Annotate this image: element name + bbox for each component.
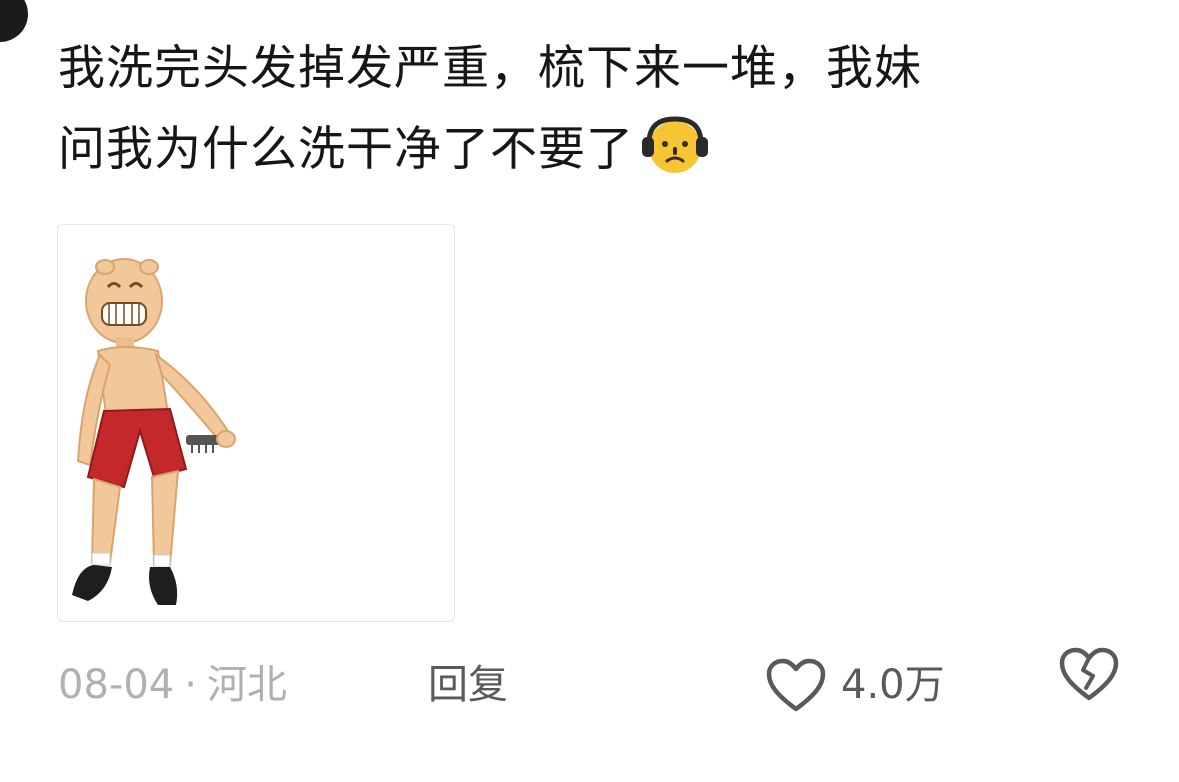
heart-outline-icon bbox=[765, 657, 827, 713]
meta-separator: · bbox=[184, 662, 197, 708]
comment-location: 河北 bbox=[206, 662, 287, 708]
broken-heart-icon bbox=[1058, 646, 1120, 724]
reply-button[interactable]: 回复 bbox=[428, 650, 508, 720]
like-count: 4.0万 bbox=[841, 662, 945, 708]
comment-line-1: 我洗完头发掉发严重，梳下来一堆，我妹 bbox=[58, 41, 922, 96]
comment-line-2-wrap: 问我为什么洗干净了不要了 bbox=[58, 109, 1138, 190]
like-button[interactable]: 4.0万 bbox=[765, 650, 945, 720]
comment-page: 我洗完头发掉发严重，梳下来一堆，我妹 问我为什么洗干净了不要了 08-04 · … bbox=[0, 0, 1179, 782]
dislike-button[interactable] bbox=[1058, 647, 1120, 720]
comment-meta: 08-04 · 河北 bbox=[58, 650, 287, 720]
cartoon-man-illustration bbox=[72, 258, 236, 605]
comment-footer: 08-04 · 河北 回复 4.0万 bbox=[58, 647, 1138, 720]
comment-date: 08-04 bbox=[58, 662, 175, 708]
comment-body: 我洗完头发掉发严重，梳下来一堆，我妹 问我为什么洗干净了不要了 bbox=[58, 28, 1138, 190]
comment-line-2: 问我为什么洗干净了不要了 bbox=[58, 122, 634, 177]
avatar[interactable] bbox=[0, 0, 28, 42]
attached-sticker-image[interactable] bbox=[57, 224, 455, 622]
headphones-emoji-icon bbox=[636, 113, 714, 177]
